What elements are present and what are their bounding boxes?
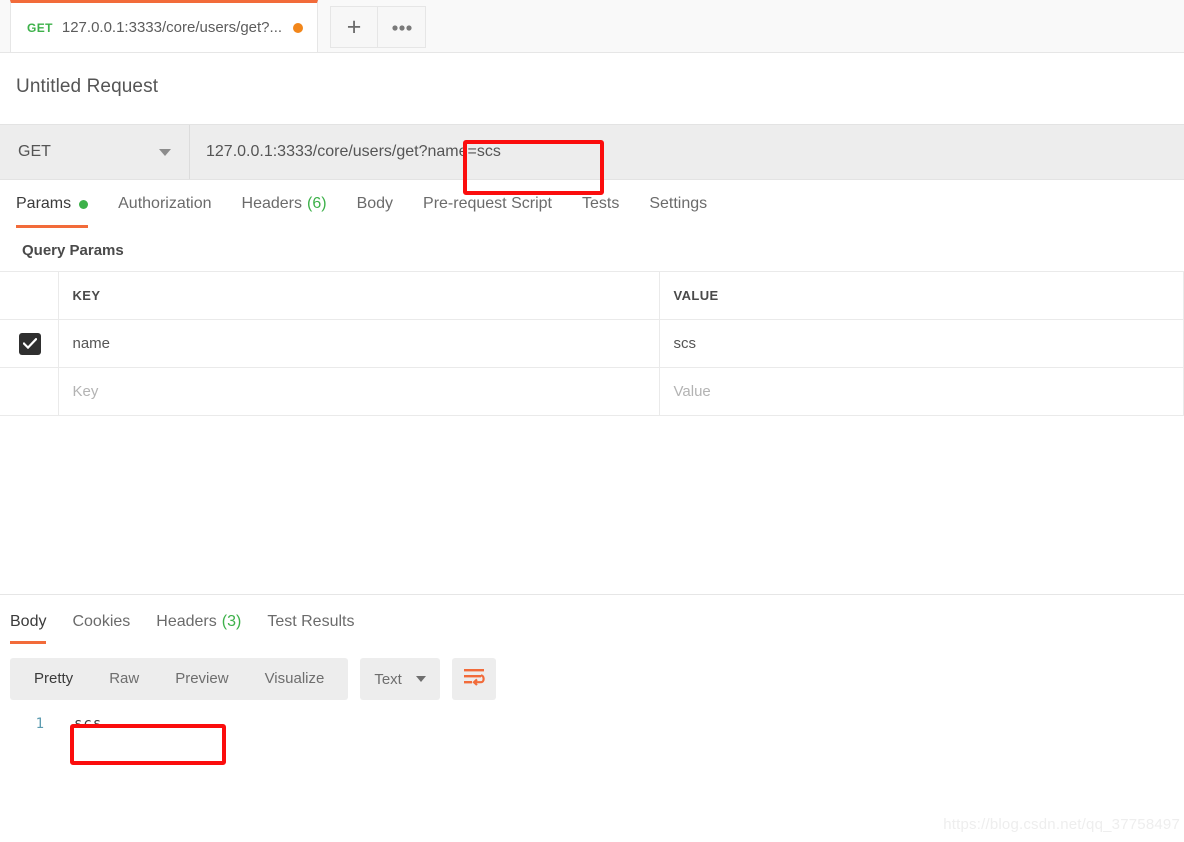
table-header-row: KEY VALUE [0,271,1184,320]
tab-settings-label: Settings [649,195,708,212]
http-method-label: GET [18,143,51,160]
row-checkbox-cell[interactable] [0,367,59,416]
tab-strip: GET 127.0.0.1:3333/core/users/get?... + [0,0,1184,53]
plus-icon: + [346,12,362,41]
http-method-select[interactable]: GET [0,125,190,179]
response-view-bar: Pretty Raw Preview Visualize Text [0,658,1184,700]
url-text: 127.0.0.1:3333/core/users/get?name=scs [206,143,501,160]
request-tabs: Params Authorization Headers (6) Body Pr… [0,180,1184,228]
param-value-input-empty[interactable]: Value [659,367,1184,416]
tab-pre-request-script[interactable]: Pre-request Script [423,195,552,228]
header-cell-checkbox [0,271,59,320]
watermark: https://blog.csdn.net/qq_37758497 [943,816,1180,833]
view-mode-pretty[interactable]: Pretty [16,658,91,700]
tab-authorization-label: Authorization [118,195,212,212]
tab-method-label: GET [27,20,53,35]
response-tab-body[interactable]: Body [10,613,47,644]
tab-tests-label: Tests [581,195,620,212]
tab-url-label: 127.0.0.1:3333/core/users/get?... [61,19,283,36]
response-tab-headers[interactable]: Headers (3) [156,613,241,644]
param-key-input-empty[interactable]: Key [58,367,660,416]
tab-options-button[interactable] [378,6,427,48]
tab-settings[interactable]: Settings [649,195,707,228]
line-number: 1 [35,716,44,732]
tab-headers-count: (6) [307,195,327,212]
param-value-input[interactable]: scs [659,319,1184,368]
new-tab-button[interactable]: + [330,6,379,48]
request-tab-active[interactable]: GET 127.0.0.1:3333/core/users/get?... [10,0,319,52]
header-cell-key: KEY [58,271,660,320]
url-input[interactable]: 127.0.0.1:3333/core/users/get?name=scs [190,125,1184,179]
pane-divider[interactable] [0,594,1184,595]
chevron-down-icon [159,148,171,156]
url-bar: GET 127.0.0.1:3333/core/users/get?name=s… [0,124,1184,180]
response-tabs: Body Cookies Headers (3) Test Results [0,600,1184,644]
chevron-down-icon [415,676,426,682]
tab-tests[interactable]: Tests [582,195,619,228]
word-wrap-button[interactable] [451,658,496,700]
response-tab-headers-label: Headers [156,613,217,630]
response-tab-test-results-label: Test Results [267,613,355,630]
row-checkbox-cell[interactable] [0,319,59,368]
param-enabled-checkbox[interactable] [19,332,41,355]
tab-params[interactable]: Params [16,195,89,228]
tab-authorization[interactable]: Authorization [118,195,211,228]
response-tab-cookies[interactable]: Cookies [72,613,130,644]
query-params-label: Query Params [22,242,124,259]
response-format-select[interactable]: Text [360,658,440,700]
param-key-input[interactable]: name [58,319,660,368]
ellipsis-icon [391,19,413,36]
response-tab-cookies-label: Cookies [72,613,131,630]
response-tab-body-label: Body [10,613,47,630]
params-active-dot-icon [79,199,89,209]
table-row[interactable]: name scs [0,319,1184,368]
header-cell-value: VALUE [659,271,1184,320]
tab-headers[interactable]: Headers (6) [242,195,327,228]
request-title[interactable]: Untitled Request [0,53,1184,98]
unsaved-changes-dot-icon [293,22,304,33]
tab-params-label: Params [16,195,72,212]
view-mode-visualize[interactable]: Visualize [247,658,343,700]
response-view-mode-group: Pretty Raw Preview Visualize [10,658,349,700]
tab-body-label: Body [356,195,394,212]
check-icon [23,338,37,349]
response-body-code[interactable]: 1 scs [0,716,1184,732]
response-format-label: Text [374,670,402,688]
response-tab-headers-count: (3) [221,613,242,630]
table-row[interactable]: Key Value [0,367,1184,416]
tab-body[interactable]: Body [357,195,393,228]
tab-headers-label: Headers [241,195,302,212]
response-body-text: scs [74,716,103,732]
query-params-table: KEY VALUE name scs Key Value [0,271,1184,416]
tab-pre-request-script-label: Pre-request Script [423,195,552,212]
response-pane: Body Cookies Headers (3) Test Results Pr… [0,600,1184,842]
word-wrap-icon [463,668,485,691]
response-tab-test-results[interactable]: Test Results [267,613,354,644]
view-mode-raw[interactable]: Raw [91,658,157,700]
view-mode-preview[interactable]: Preview [157,658,246,700]
